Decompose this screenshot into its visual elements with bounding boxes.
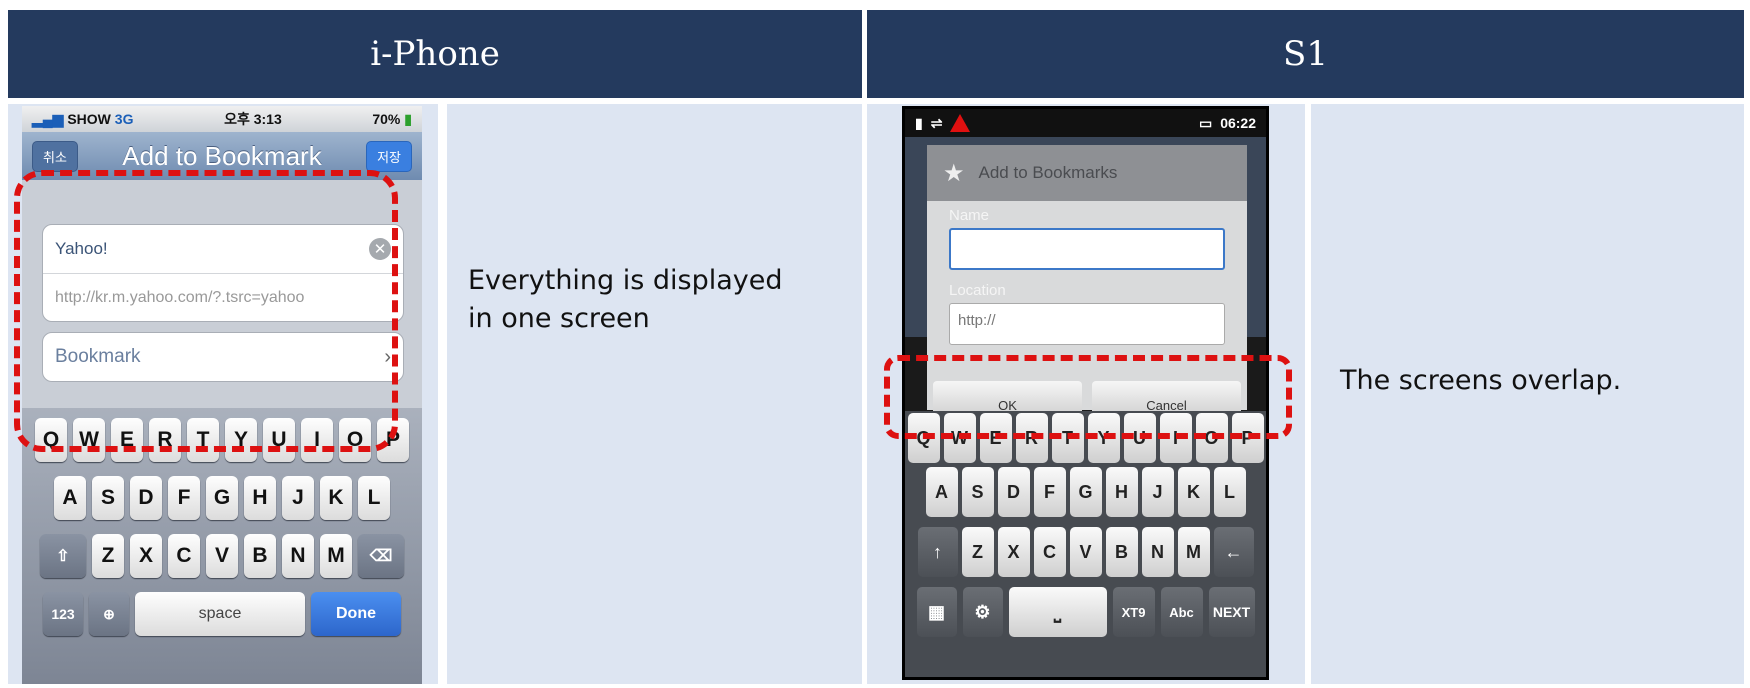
warning-icon — [950, 114, 971, 132]
iphone-caption-panel — [447, 104, 862, 684]
iphone-caption: Everything is displayed in one screen — [468, 262, 783, 338]
column-header-iphone: i-Phone — [8, 10, 862, 98]
s1-key-v[interactable]: V — [1069, 527, 1102, 577]
iphone-highlight-box — [14, 170, 398, 452]
s1-key-j[interactable]: J — [1141, 467, 1174, 517]
backspace-icon[interactable]: ← — [1213, 527, 1254, 577]
backspace-icon[interactable]: ⌫ — [358, 534, 404, 578]
dialog-title: Add to Bookmarks — [978, 163, 1118, 182]
s1-key-n[interactable]: N — [1141, 527, 1174, 577]
s1-keyboard: QWERTYUIOP ASDFGHJKL ↑ Z X C V B N M ← ▦ ⚙ ⎵ XT… — [905, 411, 1266, 677]
keyboard-settings-icon[interactable]: ▦ — [916, 587, 957, 637]
iphone-key-g[interactable]: G — [206, 476, 238, 520]
keyboard-row-2: ASDFGHJKL — [22, 476, 422, 520]
iphone-key-l[interactable]: L — [358, 476, 390, 520]
iphone-key-z[interactable]: Z — [92, 534, 124, 578]
save-button[interactable]: 저장 — [366, 140, 412, 172]
iphone-caption-line1: Everything is displayed — [468, 265, 783, 296]
cancel-button[interactable]: 취소 — [32, 140, 78, 172]
s1-status-bar: ▮ ⇌ ▭ 06:22 — [905, 109, 1266, 137]
next-key[interactable]: NEXT — [1208, 587, 1255, 637]
s1-key-h[interactable]: H — [1105, 467, 1138, 517]
s1-key-z[interactable]: Z — [961, 527, 994, 577]
s1-key-g[interactable]: G — [1069, 467, 1102, 517]
iphone-key-h[interactable]: H — [244, 476, 276, 520]
keyboard-row-4: ▦ ⚙ ⎵ XT9 Abc NEXT — [905, 587, 1266, 637]
s1-key-l[interactable]: L — [1213, 467, 1246, 517]
s1-key-d[interactable]: D — [997, 467, 1030, 517]
iphone-caption-line2: in one screen — [468, 303, 650, 334]
sd-card-icon: ▮ — [915, 114, 923, 131]
location-input[interactable]: http:// — [949, 303, 1225, 345]
dialog-title-bar: ★ Add to Bookmarks — [927, 145, 1247, 201]
globe-icon[interactable]: ⊕ — [89, 592, 129, 636]
space-key[interactable]: space — [135, 592, 305, 636]
s1-key-f[interactable]: F — [1033, 467, 1066, 517]
iphone-key-f[interactable]: F — [168, 476, 200, 520]
iphone-key-b[interactable]: B — [244, 534, 276, 578]
carrier-label: SHOW — [67, 110, 111, 127]
shift-key[interactable]: ↑ — [917, 527, 958, 577]
numbers-key[interactable]: 123 — [43, 592, 83, 636]
keyboard-row-3: ⇧ Z X C V B N M ⌫ — [22, 534, 422, 578]
usb-icon: ⇌ — [930, 114, 943, 131]
s1-key-s[interactable]: S — [961, 467, 994, 517]
s1-key-m[interactable]: M — [1177, 527, 1210, 577]
s1-key-a[interactable]: A — [925, 467, 958, 517]
iphone-key-c[interactable]: C — [168, 534, 200, 578]
s1-key-x[interactable]: X — [997, 527, 1030, 577]
iphone-key-k[interactable]: K — [320, 476, 352, 520]
keyboard-row-2: ASDFGHJKL — [905, 467, 1266, 517]
star-icon: ★ — [943, 159, 965, 187]
battery-level: 70% — [372, 110, 401, 127]
iphone-status-bar: ▂▄▆ SHOW 3G 오후 3:13 70% ▮ — [22, 106, 422, 132]
abc-key[interactable]: Abc — [1160, 587, 1203, 637]
s1-caption: The screens overlap. — [1340, 365, 1622, 396]
s1-highlight-box — [884, 355, 1292, 439]
gear-icon[interactable]: ⚙ — [962, 587, 1003, 637]
battery-icon: ▭ — [1198, 114, 1213, 131]
xt9-key[interactable]: XT9 — [1112, 587, 1155, 637]
signal-icon: ▂▄▆ — [32, 110, 64, 127]
name-input[interactable] — [949, 228, 1225, 270]
iphone-key-s[interactable]: S — [92, 476, 124, 520]
name-label: Name — [949, 207, 990, 224]
done-key[interactable]: Done — [311, 592, 401, 636]
location-label: Location — [949, 282, 1006, 299]
nav-title: Add to Bookmark — [122, 140, 322, 171]
iphone-key-v[interactable]: V — [206, 534, 238, 578]
s1-status-time: 06:22 — [1220, 115, 1256, 131]
s1-key-b[interactable]: B — [1105, 527, 1138, 577]
keyboard-row-3: ↑ Z X C V B N M ← — [905, 527, 1266, 577]
space-key[interactable]: ⎵ — [1008, 587, 1107, 637]
iphone-key-m[interactable]: M — [320, 534, 352, 578]
iphone-key-n[interactable]: N — [282, 534, 314, 578]
s1-key-c[interactable]: C — [1033, 527, 1066, 577]
battery-icon: ▮ — [404, 110, 412, 127]
s1-key-k[interactable]: K — [1177, 467, 1210, 517]
iphone-key-j[interactable]: J — [282, 476, 314, 520]
iphone-key-a[interactable]: A — [54, 476, 86, 520]
network-label: 3G — [114, 110, 134, 127]
keyboard-row-4: 123 ⊕ space Done — [22, 592, 422, 636]
iphone-key-d[interactable]: D — [130, 476, 162, 520]
status-time: 오후 3:13 — [224, 111, 282, 127]
shift-key[interactable]: ⇧ — [40, 534, 86, 578]
column-header-s1: S1 — [867, 10, 1744, 98]
iphone-key-x[interactable]: X — [130, 534, 162, 578]
